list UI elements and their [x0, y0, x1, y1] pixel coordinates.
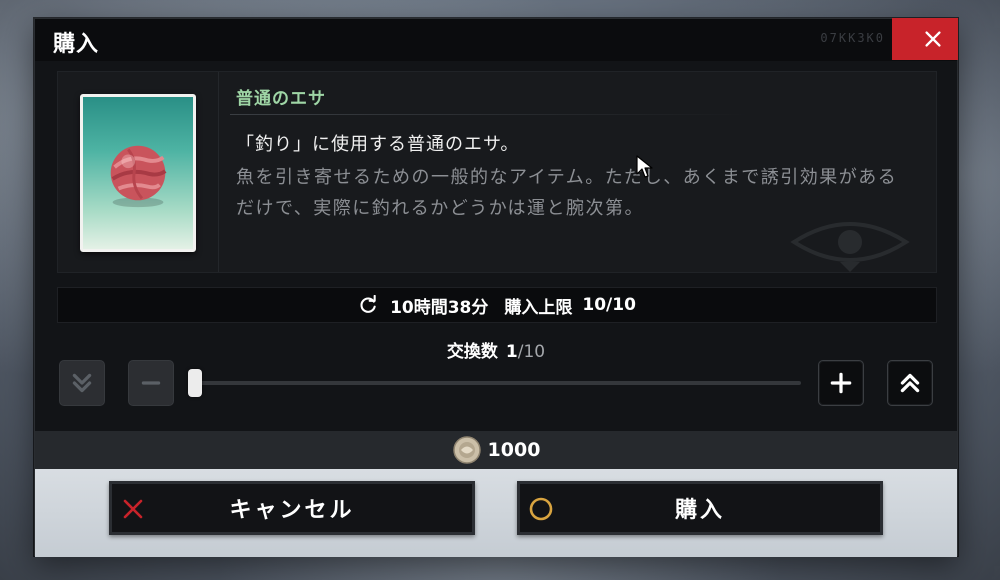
buy-button-label: 購入: [674, 498, 725, 523]
cancel-button-label: キャンセル: [229, 498, 355, 523]
double-chevron-down-icon: [72, 373, 92, 393]
purchase-limit-value: 10/10: [582, 295, 636, 315]
item-detail-panel: 普通のエサ 「釣り」に使用する普通のエサ。 魚を引き寄せるための一般的なアイテム…: [57, 71, 937, 273]
dialog-title: 購入: [53, 32, 100, 57]
eye-emblem-icon: [790, 222, 910, 272]
decrease-button[interactable]: [128, 360, 174, 406]
decrease-all-button[interactable]: [59, 360, 105, 406]
circle-icon: [529, 497, 553, 521]
item-name: 普通のエサ: [236, 89, 326, 109]
purchase-limit-label: 購入上限: [504, 297, 573, 318]
cancel-button[interactable]: キャンセル: [109, 481, 475, 535]
close-icon: [925, 31, 941, 47]
cross-icon: [123, 499, 143, 519]
item-description-main: 「釣り」に使用する普通のエサ。: [236, 134, 520, 155]
refresh-icon: [360, 295, 376, 313]
dialog-titlebar: 購入 07KK3K0: [35, 18, 958, 61]
bait-ball-icon: [110, 145, 167, 208]
double-chevron-up-icon: [900, 373, 920, 393]
mouse-cursor-icon: [636, 155, 653, 178]
price-bar: 1000: [35, 431, 957, 469]
increase-all-button[interactable]: [887, 360, 933, 406]
coin-icon: [452, 436, 481, 464]
purchase-limit-bar: 10時間38分 購入上限 10/10: [57, 287, 937, 323]
exchange-count-max: /10: [517, 342, 546, 362]
quantity-slider-track[interactable]: [195, 381, 801, 385]
exchange-count-current: 1: [505, 342, 518, 362]
dialog-code: 07KK3K0: [820, 31, 885, 45]
close-button[interactable]: [892, 18, 958, 60]
plus-icon: [830, 372, 852, 394]
item-divider: [218, 72, 219, 272]
increase-button[interactable]: [818, 360, 864, 406]
buy-button[interactable]: 購入: [517, 481, 883, 535]
item-name-underline: [230, 114, 750, 115]
minus-icon: [141, 381, 161, 385]
quantity-slider-thumb[interactable]: [188, 369, 202, 397]
reset-timer-text: 10時間38分: [390, 297, 489, 318]
exchange-count: 交換数 1/10: [35, 337, 957, 362]
purchase-dialog: 購入 07KK3K0 普通のエサ 「釣り」に使用する普通のエサ。 魚を引き寄せる…: [34, 18, 958, 557]
item-card: [80, 94, 196, 252]
exchange-count-label: 交換数: [446, 342, 498, 362]
price-value: 1000: [487, 439, 541, 461]
